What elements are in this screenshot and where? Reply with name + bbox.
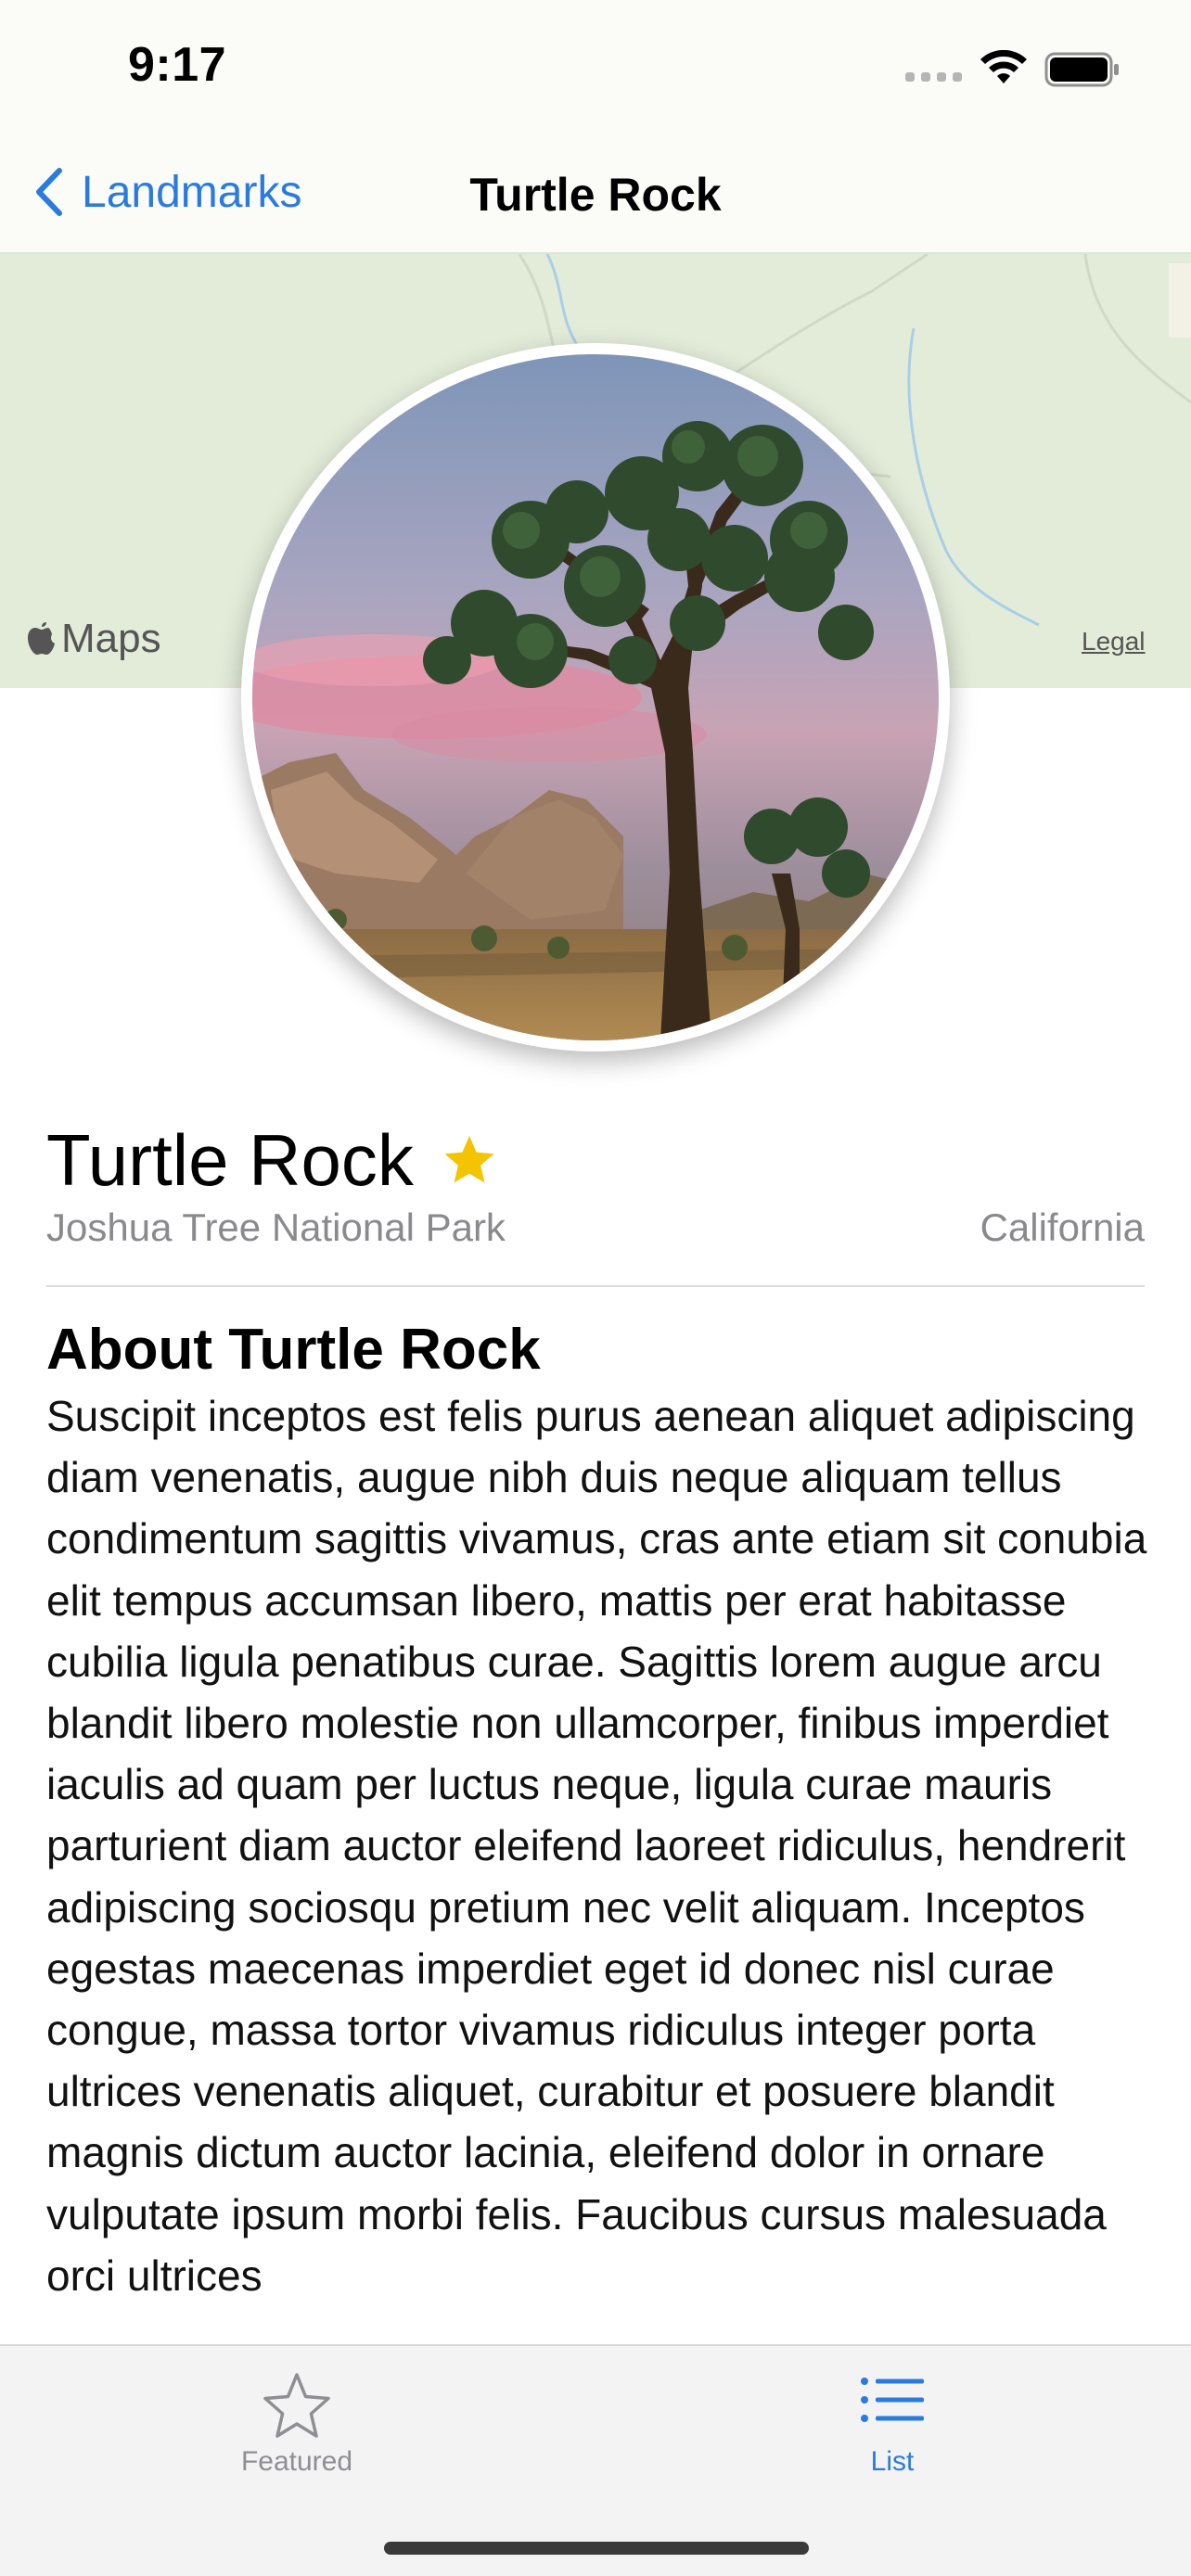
park-name: Joshua Tree National Park [46, 1205, 506, 1249]
landmark-header: Turtle Rock [46, 1117, 497, 1203]
landmark-image [252, 354, 939, 1040]
tab-featured[interactable]: Featured [186, 2370, 408, 2478]
apple-logo-icon [28, 622, 55, 655]
tab-list-label: List [870, 2446, 915, 2477]
maps-attribution: Maps [26, 616, 161, 662]
state-name: California [980, 1205, 1145, 1249]
divider [46, 1285, 1145, 1287]
tab-featured-label: Featured [240, 2446, 353, 2477]
cellular-signal-icon [905, 72, 962, 82]
home-indicator[interactable] [384, 2542, 809, 2555]
star-outline-icon [263, 2373, 330, 2438]
legal-link[interactable]: Legal [1082, 627, 1146, 657]
landmark-name: Turtle Rock [46, 1119, 414, 1201]
page-title: Turtle Rock [469, 169, 722, 221]
landmark-image-frame [241, 343, 950, 1052]
description-text: Suscipit inceptos est felis purus aenean… [46, 1392, 1147, 2300]
tab-list[interactable]: List [781, 2370, 1004, 2478]
list-icon [861, 2378, 924, 2422]
about-heading: About Turtle Rock [46, 1318, 541, 1382]
wifi-icon [980, 50, 1027, 83]
status-time: 9:17 [128, 38, 227, 92]
favorite-star-icon[interactable] [442, 1133, 497, 1187]
maps-attribution-label: Maps [61, 616, 161, 661]
status-bar: 9:17 [0, 0, 1191, 139]
navigation-bar: Landmarks Turtle Rock [0, 139, 1191, 254]
joshua-tree-photo [252, 354, 939, 1040]
battery-icon [1044, 52, 1119, 87]
